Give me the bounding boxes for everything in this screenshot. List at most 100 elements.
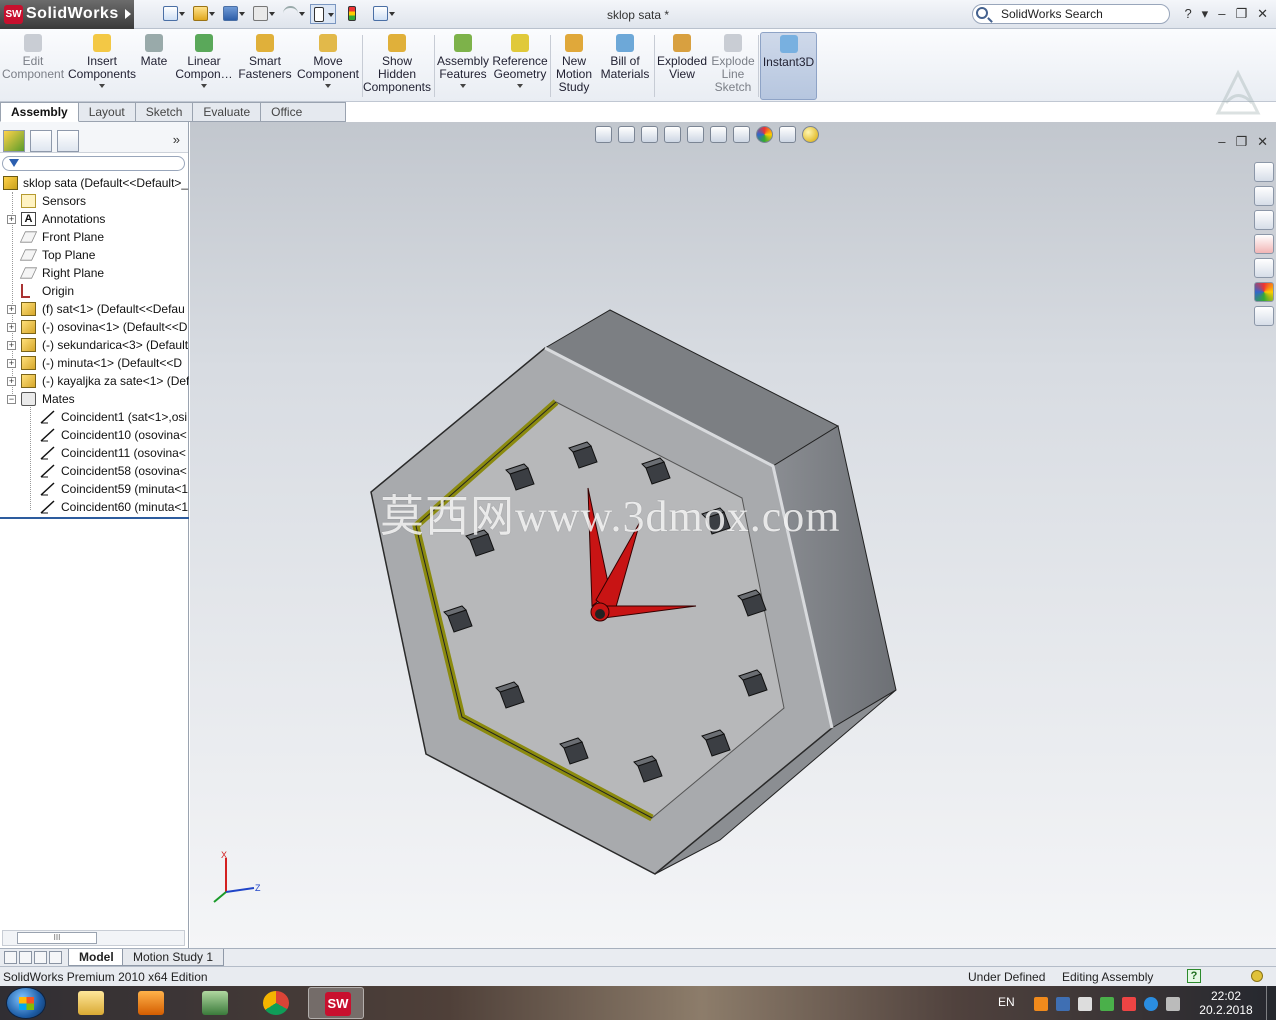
first-tab-icon[interactable] (4, 951, 17, 964)
edit-component-button[interactable]: Edit Component (2, 32, 64, 100)
search-results-icon[interactable] (1254, 234, 1274, 254)
mate-item[interactable]: Coincident59 (minuta<1 (0, 480, 189, 498)
show-hidden-components-button[interactable]: Show Hidden Components (362, 32, 432, 100)
new-motion-study-button[interactable]: New Motion Study (554, 32, 594, 100)
property-manager-tab-icon[interactable] (30, 130, 52, 152)
assembly-features-button[interactable]: Assembly Features (436, 32, 490, 100)
tray-network-app-icon[interactable] (1056, 997, 1070, 1011)
view-settings-icon[interactable] (802, 126, 819, 143)
tab-evaluate[interactable]: Evaluate (193, 102, 262, 122)
tree-item[interactable]: Right Plane (0, 264, 189, 282)
section-view-icon[interactable] (664, 126, 681, 143)
configuration-manager-tab-icon[interactable] (57, 130, 79, 152)
file-explorer-icon[interactable] (1254, 210, 1274, 230)
tray-clock[interactable]: 22:02 20.2.2018 (1196, 989, 1256, 1017)
dropdown-arrow-icon[interactable] (517, 84, 523, 88)
language-indicator[interactable]: EN (998, 995, 1015, 1009)
rebuild-status-icon[interactable] (1251, 970, 1263, 982)
tree-item[interactable]: + (-) kayaljka za sate<1> (Def (0, 372, 189, 390)
apply-scene-icon[interactable] (779, 126, 796, 143)
graphics-area[interactable]: 莫西网www.3dmox.com – ❐ ✕ X Z (190, 122, 1276, 948)
action-center-flag-icon[interactable] (1122, 997, 1136, 1011)
mate-button[interactable]: Mate (138, 32, 170, 100)
taskbar-solidworks[interactable]: SW (308, 987, 364, 1019)
tab-layout[interactable]: Layout (78, 102, 136, 122)
previous-view-icon[interactable] (641, 126, 658, 143)
smart-fasteners-button[interactable]: Smart Fasteners (236, 32, 294, 100)
move-component-button[interactable]: Move Component (296, 32, 360, 100)
tab-office-products[interactable]: Office Products (261, 102, 346, 137)
minimize-button[interactable]: – (1218, 6, 1225, 22)
expand-icon[interactable]: + (7, 305, 16, 314)
expand-icon[interactable]: + (7, 323, 16, 332)
tab-model[interactable]: Model (68, 949, 125, 966)
expand-icon[interactable]: + (7, 341, 16, 350)
tab-assembly[interactable]: Assembly (0, 102, 79, 122)
tree-item[interactable]: Front Plane (0, 228, 189, 246)
taskbar-remote-desktop[interactable] (186, 987, 242, 1019)
taskbar-explorer[interactable] (62, 987, 118, 1019)
tree-filter[interactable] (2, 156, 185, 171)
tree-item[interactable]: Sensors (0, 192, 189, 210)
doc-minimize-button[interactable]: – (1218, 134, 1225, 150)
panel-splitter[interactable] (0, 517, 189, 519)
prev-tab-icon[interactable] (19, 951, 32, 964)
show-desktop-button[interactable] (1266, 986, 1276, 1020)
dropdown-arrow-icon[interactable] (325, 84, 331, 88)
tree-item[interactable]: + (-) osovina<1> (Default<<D (0, 318, 189, 336)
design-library-icon[interactable] (1254, 186, 1274, 206)
zoom-to-area-icon[interactable] (618, 126, 635, 143)
restore-button[interactable]: ❐ (1235, 6, 1247, 22)
dropdown-arrow-icon[interactable] (99, 84, 105, 88)
panel-horizontal-scrollbar[interactable]: III (2, 930, 185, 946)
tree-item[interactable]: Origin (0, 282, 189, 300)
feature-manager-tab-icon[interactable] (3, 130, 25, 152)
appearances-icon[interactable] (1254, 282, 1274, 302)
tree-item[interactable]: Top Plane (0, 246, 189, 264)
search-input[interactable] (1001, 7, 1161, 21)
help-dropdown-icon[interactable]: ▾ (1202, 6, 1209, 22)
start-button[interactable] (6, 987, 46, 1019)
expand-icon[interactable]: + (7, 377, 16, 386)
explode-line-sketch-button[interactable]: Explode Line Sketch (710, 32, 756, 100)
expand-icon[interactable]: + (7, 215, 16, 224)
instant3d-button[interactable]: Instant3D (760, 32, 817, 100)
tree-item[interactable]: − Mates (0, 390, 189, 408)
custom-properties-icon[interactable] (1254, 306, 1274, 326)
quick-tips-help-icon[interactable]: ? (1187, 969, 1201, 983)
doc-restore-button[interactable]: ❐ (1235, 134, 1247, 150)
taskbar-chrome[interactable] (247, 987, 303, 1019)
filter-icon[interactable] (9, 159, 19, 167)
mate-item[interactable]: Coincident1 (sat<1>,osi (0, 408, 189, 426)
last-tab-icon[interactable] (49, 951, 62, 964)
zoom-to-fit-icon[interactable] (595, 126, 612, 143)
solidworks-resources-icon[interactable] (1254, 162, 1274, 182)
hide-show-items-icon[interactable] (733, 126, 750, 143)
tab-sketch[interactable]: Sketch (135, 102, 194, 122)
tray-app-icon[interactable] (1034, 997, 1048, 1011)
tree-item[interactable]: + (-) sekundarica<3> (Default (0, 336, 189, 354)
scrollbar-thumb[interactable]: III (17, 932, 97, 944)
security-icon[interactable] (1100, 997, 1114, 1011)
billof-materials-button[interactable]: Bill of Materials (598, 32, 652, 100)
volume-icon[interactable] (1078, 997, 1092, 1011)
reference-geometry-button[interactable]: Reference Geometry (492, 32, 548, 100)
doc-close-button[interactable]: ✕ (1257, 134, 1268, 150)
mate-item[interactable]: Coincident58 (osovina< (0, 462, 189, 480)
tree-root-assembly[interactable]: sklop sata (Default<<Default>_ (0, 174, 189, 192)
exploded-view-button[interactable]: Exploded View (654, 32, 710, 100)
tree-item[interactable]: + A Annotations (0, 210, 189, 228)
display-style-icon[interactable] (710, 126, 727, 143)
dropdown-arrow-icon[interactable] (201, 84, 207, 88)
help-button[interactable]: ? (1184, 6, 1191, 22)
network-icon[interactable] (1166, 997, 1180, 1011)
close-button[interactable]: ✕ (1257, 6, 1268, 22)
taskbar-media-player[interactable] (122, 987, 178, 1019)
linear-compon-button[interactable]: Linear Compon… (172, 32, 236, 100)
collapse-icon[interactable]: − (7, 395, 16, 404)
view-orientation-icon[interactable] (687, 126, 704, 143)
tree-item[interactable]: + (-) minuta<1> (Default<<D (0, 354, 189, 372)
edit-appearance-icon[interactable] (756, 126, 773, 143)
next-tab-icon[interactable] (34, 951, 47, 964)
mate-item[interactable]: Coincident11 (osovina< (0, 444, 189, 462)
